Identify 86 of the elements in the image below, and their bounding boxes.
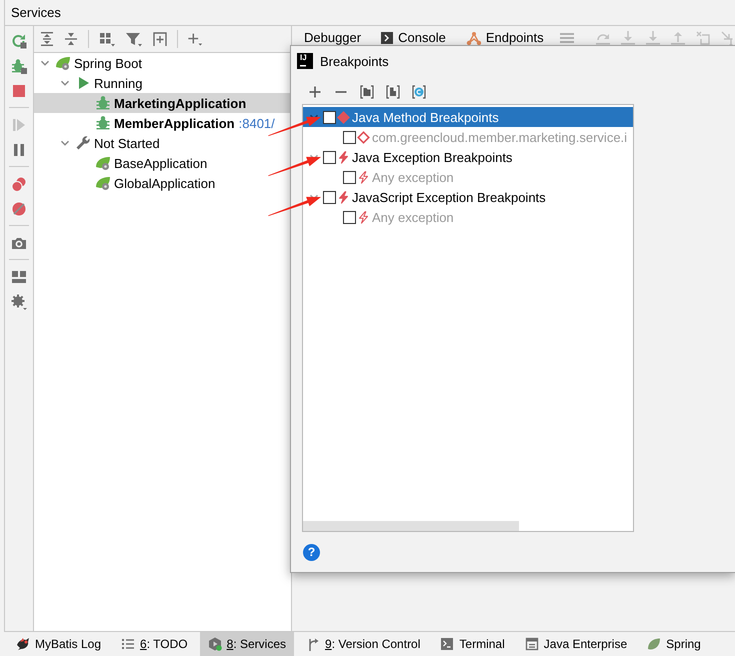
tool-window-button[interactable]: Java Enterprise [516, 632, 636, 656]
tool-window-button[interactable]: 8: Services [200, 632, 294, 656]
bug-icon [95, 115, 111, 131]
chevron-icon[interactable] [40, 58, 50, 68]
checkbox[interactable] [323, 190, 336, 204]
checkbox[interactable] [343, 130, 356, 144]
help-button[interactable]: ? [303, 544, 320, 561]
service-tree-row[interactable]: MarketingApplication [34, 93, 291, 113]
crossed-circle-icon[interactable] [11, 200, 27, 216]
bird-icon [16, 637, 30, 651]
lightning-icon [337, 150, 350, 164]
service-name: GlobalApplication [114, 176, 216, 190]
layout-icon[interactable] [11, 268, 27, 284]
checkbox[interactable] [343, 170, 356, 184]
app-logo: IJ [297, 53, 313, 69]
service-name: Spring Boot [74, 56, 142, 70]
diamond-icon [337, 110, 350, 124]
checkbox[interactable] [343, 210, 356, 224]
terminal-icon [440, 637, 454, 651]
service-name: BaseApplication [114, 156, 208, 170]
plus-frame-icon[interactable] [152, 31, 168, 47]
breakpoint-label: Any exception [372, 210, 454, 224]
plus-icon[interactable] [309, 86, 321, 98]
breakpoint-label: Java Method Breakpoints [352, 110, 499, 124]
chevron-icon[interactable] [60, 78, 70, 88]
scrollbar-thumb[interactable] [303, 521, 519, 531]
lightning-icon [357, 210, 370, 224]
pause-icon[interactable] [11, 142, 27, 158]
rerun-icon[interactable] [11, 32, 27, 48]
service-tree-row[interactable]: GlobalApplication [34, 173, 291, 193]
collapse-all-icon[interactable] [63, 31, 79, 47]
breakpoint-row[interactable]: Java Method Breakpoints [303, 107, 633, 127]
breakpoint-row[interactable]: Java Exception Breakpoints [303, 147, 633, 167]
leaf-icon [647, 637, 662, 651]
file-bracket-icon[interactable] [386, 85, 400, 99]
service-tree-row[interactable]: Running [34, 73, 291, 93]
breakpoint-row[interactable]: JavaScript Exception Breakpoints [303, 187, 633, 207]
breakpoint-label: Java Exception Breakpoints [352, 150, 512, 164]
service-name: Not Started [94, 136, 160, 150]
bug-icon[interactable] [11, 58, 27, 74]
gear-icon[interactable] [11, 294, 27, 310]
tool-window-button[interactable]: Terminal [432, 632, 513, 656]
debugger-tab[interactable]: Console [381, 31, 446, 45]
service-tree-row[interactable]: MemberApplication :8401/ [34, 113, 291, 133]
hexagon-icon [208, 637, 222, 651]
wrench-icon [75, 135, 91, 151]
breakpoint-label: com.greencloud.member.marketing.service.i [372, 130, 628, 144]
breakpoint-label: Any exception [372, 170, 454, 184]
prompt-icon [381, 32, 394, 44]
breakpoint-label: JavaScript Exception Breakpoints [352, 190, 546, 204]
overlapping-circles-icon[interactable] [11, 176, 27, 192]
diamond-icon [357, 130, 370, 144]
filter-icon[interactable] [125, 31, 143, 47]
chevron-icon[interactable] [60, 138, 70, 148]
lightning-icon [337, 190, 350, 204]
squares-icon[interactable] [98, 31, 116, 47]
service-tree-row[interactable]: Not Started [34, 133, 291, 153]
service-name: Running [94, 76, 142, 90]
window-icon [524, 637, 539, 651]
list-icon [121, 637, 136, 651]
lightning-icon [357, 170, 370, 184]
checkbox[interactable] [323, 150, 336, 164]
tool-window-button[interactable]: 6: TODO [113, 632, 196, 656]
leaf-gear-icon [95, 155, 111, 171]
port-link[interactable]: :8401/ [238, 116, 275, 130]
class-bracket-icon[interactable] [412, 85, 426, 99]
checkbox[interactable] [323, 110, 336, 124]
tool-window-button[interactable]: Spring [639, 632, 709, 656]
plus-icon[interactable] [187, 31, 203, 47]
nodes-icon [466, 30, 481, 46]
service-tree-row[interactable]: Spring Boot [34, 53, 291, 73]
leaf-gear-icon [95, 175, 111, 191]
tool-window-button[interactable]: MyBatis Log [8, 632, 110, 656]
tool-window-button[interactable]: 9: Version Control [298, 632, 428, 656]
debugger-tab[interactable]: Endpoints [466, 31, 544, 45]
panel-title: Services [11, 5, 61, 20]
service-name: MarketingApplication [114, 96, 246, 110]
expand-all-icon[interactable] [39, 31, 55, 47]
service-name: MemberApplication [114, 116, 235, 130]
dialog-title: Breakpoints [320, 54, 389, 68]
leaf-gear-icon [55, 55, 71, 71]
folder-bracket-icon[interactable] [360, 85, 374, 99]
debugger-tab[interactable]: Debugger [304, 31, 362, 45]
service-tree-row[interactable]: BaseApplication [34, 153, 291, 173]
stop-icon[interactable] [11, 82, 27, 98]
bug-icon [95, 95, 111, 111]
